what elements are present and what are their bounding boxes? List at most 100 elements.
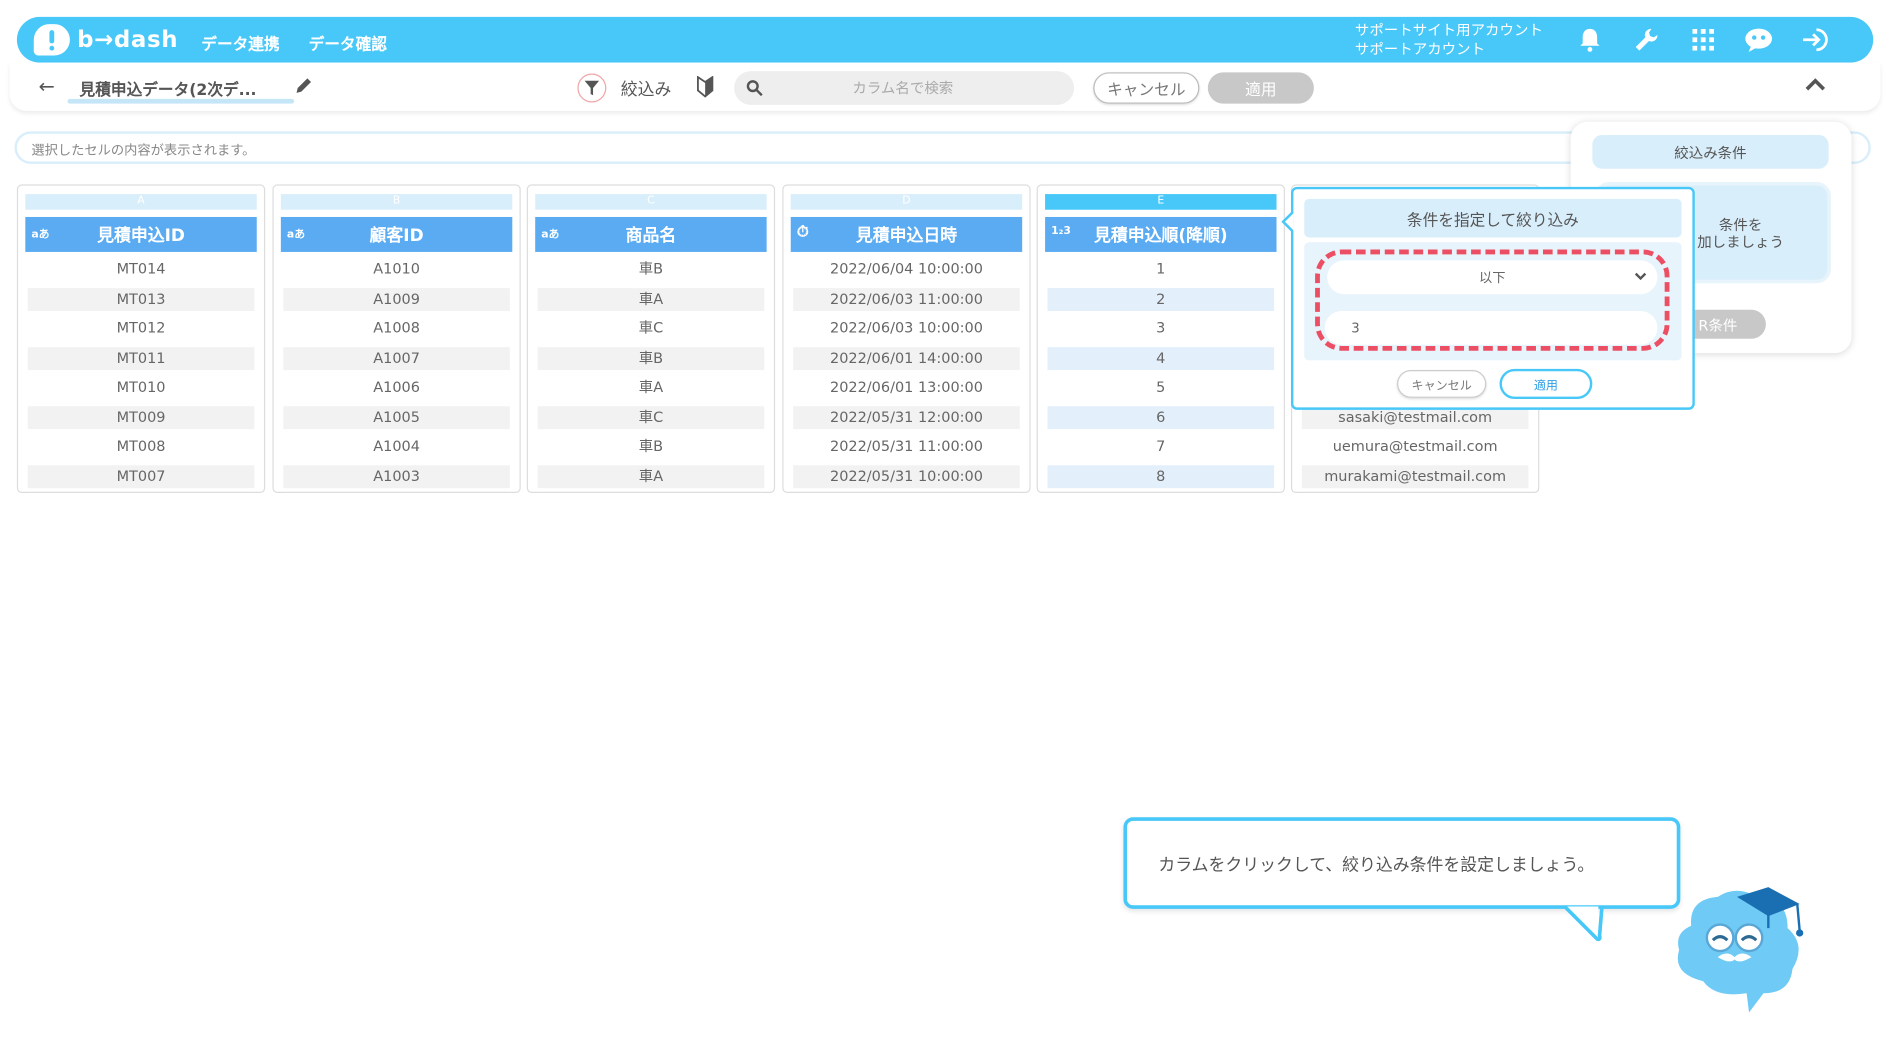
table-cell[interactable]: 2022/05/31 11:00:00 — [793, 435, 1020, 458]
table-cell[interactable]: murakami@testmail.com — [1301, 465, 1529, 489]
column-d[interactable]: D ⏱ 見積申込日時 2022/06/04 10:00:00 2022/06/0… — [782, 184, 1031, 494]
number-type-icon: 1₂3 — [1051, 225, 1071, 238]
table-cell[interactable]: 車B — [537, 347, 765, 371]
top-bar: b→dash データ連携 データ確認 サポートサイト用アカウント サポートアカウ… — [16, 16, 1874, 63]
column-header[interactable]: aあ 見積申込ID — [25, 216, 257, 252]
table-cell[interactable]: 8 — [1047, 465, 1275, 489]
table-cell[interactable]: 車C — [538, 317, 765, 340]
table-cell[interactable]: 5 — [1047, 376, 1274, 399]
pencil-edit-icon[interactable] — [295, 76, 312, 99]
account-info[interactable]: サポートサイト用アカウント サポートアカウント — [1355, 20, 1543, 59]
table-cell[interactable]: MT007 — [27, 465, 255, 489]
column-letter: E — [1045, 194, 1277, 210]
column-letter: A — [25, 194, 257, 210]
table-cell[interactable]: A1010 — [283, 258, 510, 281]
filter-label[interactable]: 絞込み — [621, 77, 672, 101]
apps-grid-icon[interactable] — [1689, 27, 1718, 54]
table-cell[interactable]: 2022/06/01 14:00:00 — [793, 347, 1020, 371]
beginner-mark-icon[interactable] — [697, 75, 714, 103]
add-condition-text: 条件を 加しましょう — [1697, 216, 1785, 251]
bell-icon[interactable] — [1575, 27, 1604, 54]
filter-popup-title: 条件を指定して絞り込み — [1304, 198, 1682, 238]
table-cell[interactable]: A1009 — [283, 288, 510, 311]
table-cell[interactable]: MT014 — [28, 258, 255, 281]
column-letter: C — [535, 194, 767, 210]
column-name: 顧客ID — [369, 226, 424, 246]
speech-bubble-tail — [1563, 905, 1604, 942]
table-cell[interactable]: 2022/06/01 13:00:00 — [793, 376, 1020, 399]
cell-content-placeholder: 選択したセルの内容が表示されます。 — [31, 142, 256, 158]
column-c[interactable]: C aあ 商品名 車B 車A 車C 車B 車A 車C 車B 車A — [526, 184, 776, 494]
table-cell[interactable]: 2022/06/03 10:00:00 — [793, 317, 1020, 340]
title-underline — [67, 98, 295, 104]
logo-mark-icon — [33, 24, 70, 56]
column-header[interactable]: 1₂3 見積申込順(降順) — [1045, 216, 1277, 252]
column-search-input[interactable] — [782, 77, 1024, 99]
support-chat-icon[interactable] — [1744, 27, 1773, 54]
filter-funnel-icon[interactable] — [577, 73, 607, 103]
bdash-logo[interactable]: b→dash — [33, 23, 178, 57]
filter-value-input[interactable] — [1324, 310, 1658, 345]
table-cell[interactable]: MT012 — [28, 317, 255, 340]
popup-apply-button[interactable]: 適用 — [1499, 368, 1593, 399]
guide-message: カラムをクリックして、絞り込み条件を設定しましょう。 — [1158, 855, 1595, 876]
column-name: 見積申込日時 — [855, 226, 958, 246]
dataset-title[interactable]: 見積申込データ(2次デ... — [80, 77, 257, 100]
chevron-up-icon[interactable] — [1803, 75, 1827, 98]
operator-value: 以下 — [1479, 270, 1506, 286]
account-user: サポートアカウント — [1354, 40, 1486, 58]
toolbar-cancel-button[interactable]: キャンセル — [1093, 72, 1200, 104]
column-e[interactable]: E 1₂3 見積申込順(降順) 1 2 3 4 5 6 7 8 — [1036, 184, 1285, 494]
table-cell[interactable]: A1007 — [283, 347, 510, 371]
account-name: サポートサイト用アカウント — [1354, 21, 1543, 39]
table-cell[interactable]: A1004 — [283, 435, 510, 458]
dataset-toolbar: ← 見積申込データ(2次デ... 絞込み キャンセル 適用 — [9, 62, 1881, 111]
text-type-icon: aあ — [541, 229, 560, 242]
timer-type-icon: ⏱ — [796, 222, 809, 242]
table-cell[interactable]: 2 — [1047, 288, 1275, 311]
table-cell[interactable]: A1003 — [283, 465, 510, 489]
table-cell[interactable]: MT010 — [28, 376, 255, 399]
table-cell[interactable]: A1008 — [283, 317, 510, 340]
text-type-icon: aあ — [286, 229, 306, 242]
table-cell[interactable]: MT013 — [27, 288, 255, 311]
table-cell[interactable]: 2022/06/04 10:00:00 — [793, 258, 1020, 281]
table-cell[interactable]: 4 — [1047, 347, 1275, 371]
toolbar-apply-button[interactable]: 適用 — [1207, 72, 1314, 104]
table-cell[interactable]: 2022/06/03 11:00:00 — [793, 288, 1020, 311]
column-header[interactable]: aあ 顧客ID — [280, 216, 513, 252]
table-cell[interactable]: 車B — [538, 435, 765, 458]
table-cell[interactable]: MT011 — [27, 347, 255, 371]
table-cell[interactable]: 車B — [538, 258, 765, 281]
table-cell[interactable]: 車C — [537, 406, 765, 430]
nav-data-link[interactable]: データ連携 — [201, 31, 279, 54]
popup-cancel-button[interactable]: キャンセル — [1397, 370, 1487, 398]
wrench-icon[interactable] — [1632, 27, 1661, 54]
table-cell[interactable]: 車A — [537, 288, 765, 311]
nav-data-check[interactable]: データ確認 — [309, 31, 387, 54]
text-type-icon: aあ — [31, 229, 50, 242]
table-cell[interactable]: 車A — [538, 376, 765, 399]
column-b[interactable]: B aあ 顧客ID A1010 A1009 A1008 A1007 A1006 … — [272, 184, 521, 494]
table-cell[interactable]: A1006 — [283, 376, 510, 399]
column-search-box[interactable] — [734, 71, 1075, 105]
table-cell[interactable]: 2022/05/31 10:00:00 — [793, 465, 1020, 489]
table-cell[interactable]: MT008 — [28, 435, 255, 458]
column-header[interactable]: aあ 商品名 — [535, 216, 767, 252]
table-cell[interactable]: 1 — [1047, 258, 1274, 281]
column-header[interactable]: ⏱ 見積申込日時 — [790, 216, 1023, 252]
table-cell[interactable]: 車A — [537, 465, 765, 489]
chevron-down-icon — [1633, 270, 1647, 286]
logout-icon[interactable] — [1801, 27, 1830, 54]
table-cell[interactable]: uemura@testmail.com — [1302, 435, 1529, 458]
table-cell[interactable]: A1005 — [283, 406, 510, 430]
table-cell[interactable]: 3 — [1047, 317, 1274, 340]
table-cell[interactable]: 6 — [1047, 406, 1275, 430]
table-cell[interactable]: MT009 — [27, 406, 255, 430]
operator-select[interactable]: 以下 — [1327, 260, 1658, 295]
column-a[interactable]: A aあ 見積申込ID MT014 MT013 MT012 MT011 MT01… — [16, 184, 266, 494]
search-icon — [746, 78, 763, 101]
back-arrow-icon[interactable]: ← — [39, 75, 55, 98]
table-cell[interactable]: 2022/05/31 12:00:00 — [793, 406, 1020, 430]
table-cell[interactable]: 7 — [1047, 435, 1274, 458]
